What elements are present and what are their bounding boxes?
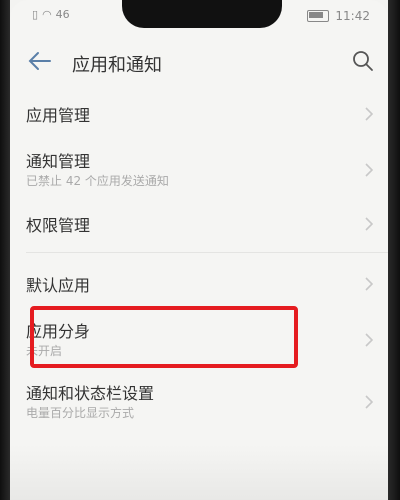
status-bar-left: ▯ ◠ 46 xyxy=(32,8,70,21)
bezel-right xyxy=(388,0,400,500)
chevron-right-icon xyxy=(365,277,374,291)
list-item-subtitle: 已禁止 42 个应用发送通知 xyxy=(26,174,169,188)
bottom-shade xyxy=(10,445,388,500)
list-item-notification-manager[interactable]: 通知管理 已禁止 42 个应用发送通知 xyxy=(10,144,388,196)
network-type: 46 xyxy=(55,8,70,21)
status-bar-right: 11:42 xyxy=(307,9,370,23)
list-item-subtitle: 电量百分比显示方式 xyxy=(26,406,135,420)
app-bar: 应用和通知 xyxy=(10,40,388,84)
list-item-label: 默认应用 xyxy=(26,276,91,295)
chevron-right-icon xyxy=(365,163,374,177)
chevron-right-icon xyxy=(365,107,374,121)
highlight-box xyxy=(30,306,298,368)
list-item-label: 权限管理 xyxy=(26,216,91,235)
chevron-right-icon xyxy=(365,395,374,409)
section-divider xyxy=(26,252,388,253)
page-title: 应用和通知 xyxy=(72,55,162,76)
phone-frame: ▯ ◠ 46 11:42 应用和通知 应用管理 通知管理 已禁止 42 个应用发… xyxy=(0,0,400,500)
chevron-right-icon xyxy=(365,217,374,231)
bezel-left xyxy=(0,0,10,500)
list-item-default-apps[interactable]: 默认应用 xyxy=(10,264,388,304)
list-item-notification-status-bar[interactable]: 通知和状态栏设置 电量百分比显示方式 xyxy=(10,376,388,428)
list-item-label: 通知管理 xyxy=(26,152,91,171)
search-icon[interactable] xyxy=(352,50,374,72)
arrow-left-icon[interactable] xyxy=(28,50,52,72)
sim-card-icon: ▯ xyxy=(32,8,39,21)
screen: ▯ ◠ 46 11:42 应用和通知 应用管理 通知管理 已禁止 42 个应用发… xyxy=(10,0,388,500)
list-item-label: 应用管理 xyxy=(26,106,91,125)
status-time: 11:42 xyxy=(335,9,370,23)
wifi-icon: ◠ xyxy=(42,8,52,21)
camera-notch xyxy=(122,0,282,28)
list-item-permission-manager[interactable]: 权限管理 xyxy=(10,206,388,246)
list-item-label: 通知和状态栏设置 xyxy=(26,384,155,403)
chevron-right-icon xyxy=(365,333,374,347)
list-item-app-manager[interactable]: 应用管理 xyxy=(10,94,388,134)
battery-icon xyxy=(307,10,330,22)
